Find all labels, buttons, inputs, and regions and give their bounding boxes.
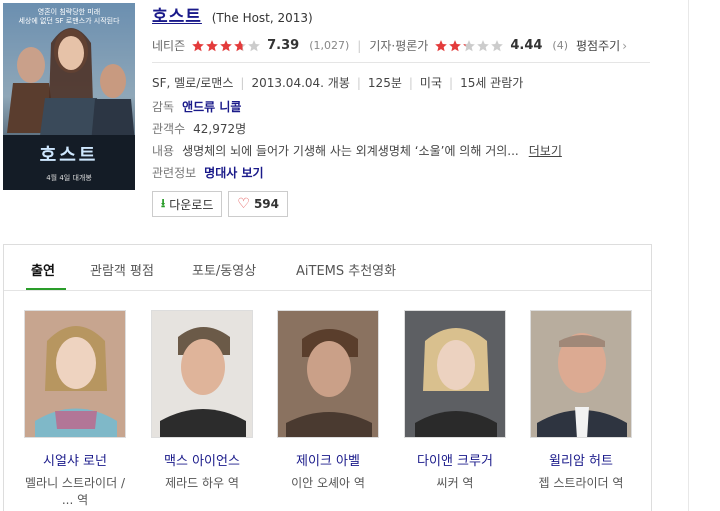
cast-role: 씨커 역 <box>436 476 474 490</box>
cast-card[interactable]: 제이크 아벨 이안 오셰아 역 <box>276 310 380 492</box>
chevron-right-icon[interactable]: › <box>622 39 627 53</box>
movie-poster[interactable]: 영혼이 침략당한 미래 세상에 없던 SF 로맨스가 시작된다 호스트 4월 4… <box>3 3 135 190</box>
age-rating: 15세 관람가 <box>460 76 524 90</box>
runtime: 125분 <box>367 76 402 90</box>
cast-card[interactable]: 다이앤 크루거 씨커 역 <box>403 310 507 492</box>
cast-role: 젭 스트라이더 역 <box>538 476 624 490</box>
netizen-stars <box>191 39 261 53</box>
action-buttons: ⭳ 다운로드 ♡ 594 <box>152 191 288 217</box>
critic-stars <box>434 39 504 53</box>
plot-line: 내용 생명체의 뇌에 들어가 기생해 사는 외계생명체 ‘소울’에 의해 거의..… <box>152 142 652 159</box>
star-icon <box>462 39 476 53</box>
related-line: 관련정보 명대사 보기 <box>152 164 652 181</box>
cast-role: 제라드 하우 역 <box>165 476 239 490</box>
tab-audience-rating[interactable]: 관람객 평점 <box>90 260 154 279</box>
release-date: 2013.04.04. 개봉 <box>251 76 350 90</box>
like-button[interactable]: ♡ 594 <box>228 191 288 217</box>
cast-name[interactable]: 다이앤 크루거 <box>403 450 507 469</box>
cast-photo[interactable] <box>404 310 506 438</box>
cast-card[interactable]: 시얼샤 로넌 멜라니 스트라이더 / ... 역 <box>23 310 127 509</box>
critic-score: 4.44 <box>510 38 543 53</box>
star-icon <box>448 39 462 53</box>
cast-photo[interactable] <box>277 310 379 438</box>
cast-photo[interactable] <box>24 310 126 438</box>
divider-pipe: | <box>357 38 362 53</box>
poster-tagline: 영혼이 침략당한 미래 세상에 없던 SF 로맨스가 시작된다 <box>18 8 120 25</box>
tab-photo-video[interactable]: 포토/동영상 <box>192 260 256 279</box>
tab-bar: 출연 관람객 평점 포토/동영상 AiTEMS 추천영화 <box>4 245 651 291</box>
star-icon <box>476 39 490 53</box>
rate-movie-link[interactable]: 평점주기 <box>576 37 620 54</box>
country: 미국 <box>419 76 443 90</box>
director-line: 감독 앤드류 니콜 <box>152 98 652 115</box>
more-link[interactable]: 더보기 <box>529 144 562 158</box>
star-icon <box>247 39 261 53</box>
critic-count: (4) <box>552 39 569 52</box>
poster-title: 호스트 <box>39 145 99 166</box>
cast-name[interactable]: 제이크 아벨 <box>276 450 380 469</box>
cast-photo[interactable] <box>530 310 632 438</box>
page-edge-line <box>688 0 689 511</box>
tab-recommendations[interactable]: AiTEMS 추천영화 <box>296 260 396 279</box>
star-icon <box>490 39 504 53</box>
cast-name[interactable]: 맥스 아이언스 <box>150 450 254 469</box>
star-icon <box>434 39 448 53</box>
cast-card[interactable]: 윌리암 허트 젭 스트라이더 역 <box>529 310 633 492</box>
cast-role: 이안 오셰아 역 <box>291 476 365 490</box>
netizen-label: 네티즌 <box>152 39 186 53</box>
movie-title[interactable]: 호스트 <box>152 7 202 27</box>
audience-line: 관객수 42,972명 <box>152 120 652 137</box>
cast-role: 멜라니 스트라이더 / ... 역 <box>25 476 125 507</box>
rating-row: 네티즌 7.39 (1,027) | 기자·평론가 4.44 (4) 평점주기 … <box>152 37 652 54</box>
like-count: 594 <box>253 197 279 211</box>
director-label: 감독 <box>152 100 175 114</box>
download-button[interactable]: ⭳ 다운로드 <box>152 191 223 217</box>
plot-text: 생명체의 뇌에 들어가 기생해 사는 외계생명체 ‘소울’에 의해 거의... <box>182 144 519 158</box>
genre: SF, 멜로/로맨스 <box>152 76 234 90</box>
cast-card[interactable]: 맥스 아이언스 제라드 하우 역 <box>150 310 254 492</box>
movie-title-en: (The Host, 2013) <box>211 11 313 25</box>
critic-label: 기자·평론가 <box>369 39 429 53</box>
plot-label: 내용 <box>152 144 175 158</box>
active-tab-indicator <box>26 288 66 290</box>
star-icon <box>233 39 247 53</box>
poster-date: 4월 4일 대개봉 <box>46 174 92 182</box>
audience-count: 42,972명 <box>193 122 247 136</box>
cast-photo[interactable] <box>151 310 253 438</box>
info-divider <box>152 62 650 63</box>
related-label: 관련정보 <box>152 166 197 180</box>
download-icon: ⭳ <box>161 195 166 210</box>
tab-cast[interactable]: 출연 <box>31 260 55 279</box>
audience-label: 관객수 <box>152 122 186 136</box>
star-icon <box>219 39 233 53</box>
download-label: 다운로드 <box>169 197 214 212</box>
cast-name[interactable]: 시얼샤 로넌 <box>23 450 127 469</box>
movie-summary-line: SF, 멜로/로맨스 | 2013.04.04. 개봉 | 125분 | 미국 | 15세 관람… <box>152 76 524 90</box>
netizen-count: (1,027) <box>309 39 350 52</box>
star-icon <box>191 39 205 53</box>
netizen-score: 7.39 <box>267 38 300 53</box>
related-link[interactable]: 명대사 보기 <box>204 166 263 180</box>
cast-name[interactable]: 윌리암 허트 <box>529 450 633 469</box>
heart-icon: ♡ <box>237 196 250 212</box>
detail-panel: 출연 관람객 평점 포토/동영상 AiTEMS 추천영화 시얼샤 로넌 멜라니 … <box>3 244 652 511</box>
director-link[interactable]: 앤드류 니콜 <box>182 100 241 114</box>
star-icon <box>205 39 219 53</box>
